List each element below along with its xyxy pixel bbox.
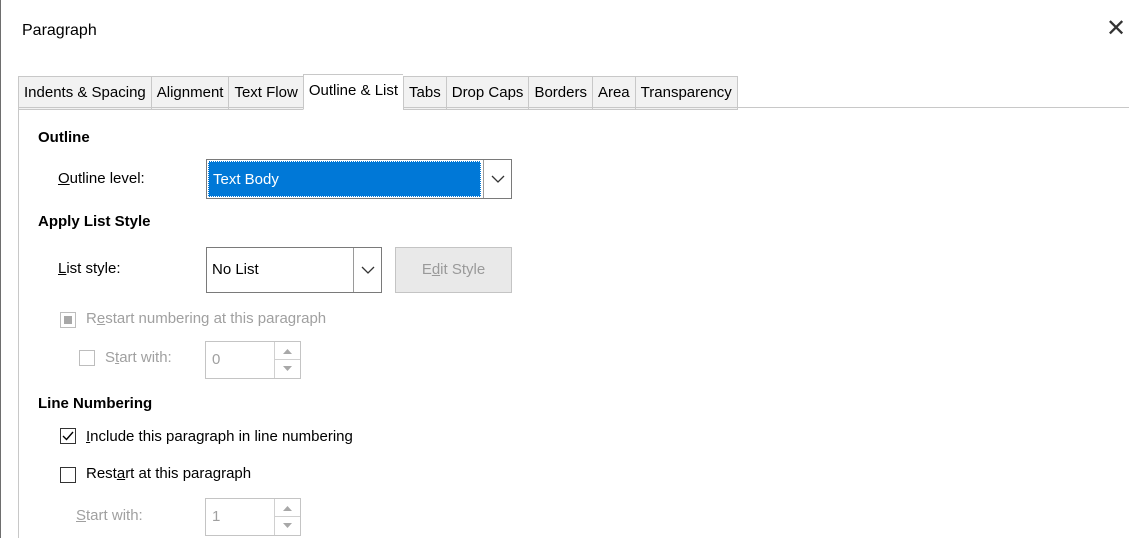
tab-area[interactable]: Area xyxy=(591,76,635,110)
list-style-dropdown[interactable]: No List xyxy=(206,247,382,293)
restart-numbering-text-a: R xyxy=(86,310,97,327)
tab-tabs[interactable]: Tabs xyxy=(403,76,446,110)
close-icon[interactable]: ✕ xyxy=(1103,14,1129,44)
title-bar: Paragraph ✕ xyxy=(0,0,1129,62)
list-style-heading: Apply List Style xyxy=(38,213,151,230)
tab-text-flow[interactable]: Text Flow xyxy=(228,76,303,110)
list-start-with-spinbox[interactable]: 0 xyxy=(205,341,301,379)
restart-line-numbering-label: Restart at this paragraph xyxy=(86,465,251,482)
checkmark-icon xyxy=(62,431,74,441)
tab-indents-spacing[interactable]: Indents & Spacing xyxy=(18,76,151,110)
restart-line-text-a: Rest xyxy=(86,465,117,482)
include-text: nclude this paragraph in line numbering xyxy=(90,428,353,445)
restart-numbering-mnemonic: e xyxy=(96,310,106,327)
edit-style-mnemonic: d xyxy=(431,261,441,278)
list-start-text-b: art with: xyxy=(119,349,172,366)
chevron-down-icon[interactable] xyxy=(483,160,511,198)
list-start-text-a: S xyxy=(105,349,116,366)
spin-down-icon[interactable] xyxy=(275,360,300,378)
outline-level-dropdown[interactable]: Text Body xyxy=(206,159,512,199)
spin-buttons xyxy=(274,342,300,378)
spin-up-icon[interactable] xyxy=(275,342,300,360)
restart-line-text-b: rt at this paragraph xyxy=(125,465,252,482)
outline-heading: Outline xyxy=(38,129,90,146)
outline-level-label: Outline level: xyxy=(58,170,145,187)
restart-numbering-text-b: start numbering at this paragraph xyxy=(105,310,327,327)
edit-style-button[interactable]: Edit Style xyxy=(395,247,512,293)
include-line-numbering-checkbox[interactable] xyxy=(60,428,76,444)
tab-drop-caps[interactable]: Drop Caps xyxy=(445,76,529,110)
list-start-value: 0 xyxy=(212,351,221,368)
line-start-mnemonic: S xyxy=(76,507,87,524)
list-style-value: No List xyxy=(212,261,259,278)
restart-numbering-checkbox[interactable] xyxy=(60,312,76,328)
spin-down-icon[interactable] xyxy=(275,517,300,535)
chevron-down-icon[interactable] xyxy=(353,248,381,292)
list-start-with-checkbox[interactable] xyxy=(79,350,95,366)
outline-level-label-text: utline level: xyxy=(69,170,145,187)
tab-outline-list[interactable]: Outline & List xyxy=(302,74,404,110)
include-line-numbering-label: Include this paragraph in line numbering xyxy=(86,428,353,445)
restart-line-mnemonic: a xyxy=(116,465,126,482)
outline-level-value: Text Body xyxy=(208,161,481,197)
list-start-with-label: Start with: xyxy=(105,349,172,366)
tab-borders[interactable]: Borders xyxy=(528,76,592,110)
list-style-label: List style: xyxy=(58,260,121,277)
window-title: Paragraph xyxy=(22,22,97,39)
spin-buttons xyxy=(274,499,300,535)
line-start-value: 1 xyxy=(212,508,221,525)
line-start-text: tart with: xyxy=(86,507,143,524)
spin-up-icon[interactable] xyxy=(275,499,300,517)
edit-style-text-b: it Style xyxy=(440,261,486,278)
line-start-with-spinbox[interactable]: 1 xyxy=(205,498,301,536)
line-numbering-heading: Line Numbering xyxy=(38,395,153,412)
list-style-label-text: ist style: xyxy=(66,260,121,277)
outline-level-mnemonic: O xyxy=(58,170,70,187)
tab-alignment[interactable]: Alignment xyxy=(150,76,229,110)
edit-style-text-a: E xyxy=(421,261,432,278)
window-left-border xyxy=(0,0,1,538)
tab-transparency[interactable]: Transparency xyxy=(634,76,738,110)
restart-line-numbering-checkbox[interactable] xyxy=(60,467,76,483)
restart-numbering-label: Restart numbering at this paragraph xyxy=(86,310,326,327)
tab-strip: Indents & Spacing Alignment Text Flow Ou… xyxy=(18,74,738,110)
line-start-with-label: Start with: xyxy=(76,507,143,524)
